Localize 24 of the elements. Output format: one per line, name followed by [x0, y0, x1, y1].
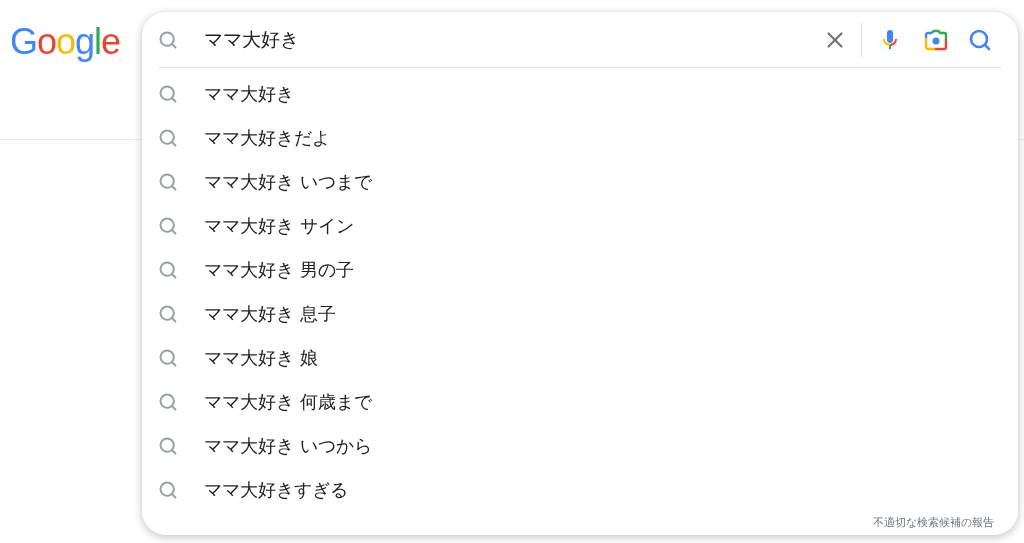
suggestion-item[interactable]: ママ大好き 息子 — [204, 302, 336, 326]
suggestion-item[interactable]: ママ大好き サイン — [204, 214, 354, 238]
report-link[interactable]: 不適切な検索候補の報告 — [873, 515, 994, 530]
search-icon — [158, 29, 178, 50]
search-icon — [158, 304, 178, 324]
suggestion-item[interactable]: ママ大好き 娘 — [204, 346, 318, 370]
suggestion-item[interactable]: ママ大好き — [204, 82, 294, 106]
suggestion-item[interactable]: ママ大好き 男の子 — [204, 258, 354, 282]
suggestion-item[interactable]: ママ大好き 何歳まで — [204, 390, 372, 414]
search-icon — [158, 216, 178, 236]
suggestion-item[interactable]: ママ大好きすぎる — [204, 478, 348, 502]
search-icon — [158, 128, 178, 148]
search-icon — [158, 84, 178, 104]
google-logo[interactable]: Google — [10, 22, 121, 62]
search-input[interactable]: ママ大好き — [204, 23, 819, 56]
search-icon — [158, 172, 178, 192]
search-icon — [158, 348, 178, 368]
suggestion-item[interactable]: ママ大好き いつから — [204, 434, 372, 458]
search-icon — [158, 480, 178, 500]
search-icon — [158, 436, 178, 456]
search-icon — [158, 392, 178, 412]
suggestion-item[interactable]: ママ大好きだよ — [204, 126, 330, 150]
suggestion-item[interactable]: ママ大好き いつまで — [204, 170, 372, 194]
search-icon — [158, 260, 178, 280]
